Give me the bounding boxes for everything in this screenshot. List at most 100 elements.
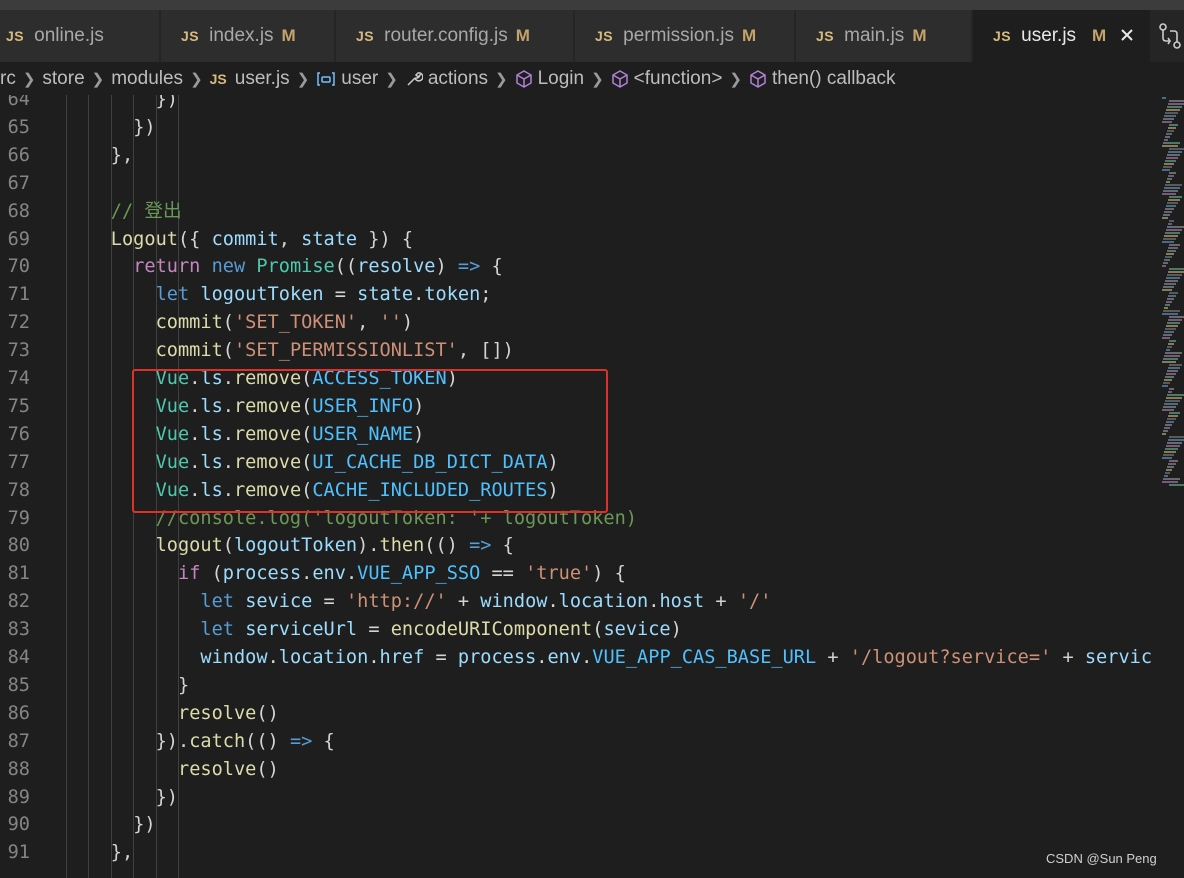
code-line[interactable]: 64}) bbox=[0, 95, 1158, 114]
minimap-line bbox=[1169, 172, 1176, 174]
minimap[interactable] bbox=[1158, 95, 1184, 878]
breadcrumb-item-login[interactable]: Login bbox=[515, 68, 584, 90]
minimap-line bbox=[1165, 448, 1178, 450]
code-text: resolve() bbox=[178, 756, 279, 784]
minimap-line bbox=[1162, 409, 1174, 411]
minimap-line bbox=[1168, 271, 1184, 273]
code-line[interactable]: 69 Logout({ commit, state }) { bbox=[0, 226, 1158, 254]
minimap-line bbox=[1164, 259, 1170, 261]
code-text: window.location.href = process.env.VUE_A… bbox=[200, 644, 1152, 672]
code-token: encodeURIComponent bbox=[390, 619, 593, 641]
minimap-line bbox=[1169, 364, 1182, 366]
breadcrumb-item-modules[interactable]: modules bbox=[111, 68, 183, 90]
minimap-line bbox=[1163, 382, 1170, 384]
code-line[interactable]: 86 resolve() bbox=[0, 700, 1158, 728]
minimap-line bbox=[1164, 427, 1170, 429]
line-number: 83 bbox=[7, 619, 30, 641]
minimap-line bbox=[1169, 460, 1178, 462]
minimap-line bbox=[1164, 403, 1178, 405]
close-tab-button[interactable] bbox=[1120, 25, 1134, 48]
line-number: 75 bbox=[7, 395, 30, 417]
code-line[interactable]: 68 // 登出 bbox=[0, 198, 1158, 226]
minimap-line bbox=[1163, 190, 1178, 192]
minimap-line bbox=[1168, 103, 1184, 105]
code-line[interactable]: 82 let sevice = 'http://' + window.locati… bbox=[0, 588, 1158, 616]
line-number: 80 bbox=[7, 535, 30, 557]
title-strip bbox=[0, 0, 1184, 10]
minimap-line bbox=[1168, 343, 1174, 345]
minimap-line bbox=[1165, 184, 1182, 186]
code-line[interactable]: 65}) bbox=[0, 114, 1158, 142]
open-changes-button[interactable] bbox=[1152, 10, 1184, 62]
minimap-line bbox=[1167, 130, 1174, 132]
code-text: }, bbox=[111, 839, 133, 867]
tab-permission-js[interactable]: JS permission.js M bbox=[575, 10, 795, 62]
code-token: = bbox=[357, 619, 391, 641]
code-token: return bbox=[133, 256, 201, 278]
minimap-line bbox=[1165, 352, 1182, 354]
minimap-line bbox=[1163, 454, 1174, 456]
line-number: 85 bbox=[7, 674, 30, 696]
breadcrumb-item-store[interactable]: store bbox=[42, 68, 84, 90]
code-line[interactable]: 71 let logoutToken = state.token; bbox=[0, 281, 1158, 309]
tab-router-config-js[interactable]: JS router.config.js M bbox=[336, 10, 574, 62]
minimap-line bbox=[1166, 253, 1174, 255]
code-token: . bbox=[413, 284, 425, 306]
code-text: commit('SET_PERMISSIONLIST', []) bbox=[156, 337, 514, 365]
code-token: VUE_APP_CAS_BASE_URL bbox=[592, 647, 817, 668]
code-text: let logoutToken = state.token; bbox=[156, 281, 492, 309]
tab-main-js[interactable]: JS main.js M bbox=[796, 10, 972, 62]
minimap-line bbox=[1164, 307, 1168, 309]
line-number: 68 bbox=[7, 200, 30, 222]
code-token: then bbox=[379, 535, 425, 557]
minimap-line bbox=[1163, 142, 1180, 144]
code-token: }) bbox=[133, 116, 156, 138]
code-line[interactable]: 89}) bbox=[0, 784, 1158, 812]
minimap-line bbox=[1168, 175, 1174, 177]
tab-index-js[interactable]: JS index.js M bbox=[161, 10, 335, 62]
code-text: let serviceUrl = encodeURIComponent(sevi… bbox=[200, 616, 681, 644]
code-line[interactable]: 67 bbox=[0, 170, 1158, 198]
code-line[interactable]: 72 commit('SET_TOKEN', '') bbox=[0, 309, 1158, 337]
code-token: (( bbox=[334, 256, 358, 278]
minimap-line bbox=[1168, 247, 1178, 249]
breadcrumb-item-user[interactable]: user bbox=[316, 68, 378, 90]
minimap-line bbox=[1167, 274, 1182, 276]
minimap-line bbox=[1165, 424, 1172, 426]
code-line[interactable]: 66}, bbox=[0, 142, 1158, 170]
breadcrumb-item-function[interactable]: <function> bbox=[611, 68, 722, 90]
breadcrumb-item-actions[interactable]: actions bbox=[405, 68, 488, 90]
code-line[interactable]: 88 resolve() bbox=[0, 756, 1158, 784]
line-number: 69 bbox=[7, 228, 30, 250]
code-token: location bbox=[558, 591, 649, 613]
code-line[interactable]: 85} bbox=[0, 672, 1158, 700]
code-token: + bbox=[816, 647, 850, 668]
code-line[interactable]: 70 return new Promise((resolve) => { bbox=[0, 253, 1158, 281]
minimap-line bbox=[1165, 328, 1176, 330]
code-line[interactable]: 73 commit('SET_PERMISSIONLIST', []) bbox=[0, 337, 1158, 365]
code-text: } bbox=[178, 672, 189, 700]
code-token: (() bbox=[245, 730, 290, 752]
tab-user-js[interactable]: JS user.js M bbox=[973, 10, 1151, 62]
code-line[interactable]: 83 let serviceUrl = encodeURIComponent(se… bbox=[0, 616, 1158, 644]
breadcrumb-item-user-js[interactable]: JS user.js bbox=[210, 68, 290, 90]
minimap-line bbox=[1162, 337, 1170, 339]
code-line[interactable]: 90}) bbox=[0, 811, 1158, 839]
breadcrumb-item-then-callback[interactable]: then() callback bbox=[749, 68, 896, 90]
minimap-line bbox=[1165, 304, 1170, 306]
breadcrumb-item-src[interactable]: rc bbox=[0, 68, 16, 90]
code-line[interactable]: 81 if (process.env.VUE_APP_SSO == 'true')… bbox=[0, 560, 1158, 588]
minimap-line bbox=[1164, 283, 1176, 285]
code-line[interactable]: 80 logout(logoutToken).then(() => { bbox=[0, 532, 1158, 560]
code-token: . bbox=[536, 647, 548, 668]
code-line[interactable]: 91}, bbox=[0, 839, 1158, 867]
code-line[interactable]: 84 window.location.href = process.env.VUE… bbox=[0, 644, 1158, 672]
minimap-line bbox=[1163, 238, 1176, 240]
tab-online-js[interactable]: JS online.js bbox=[0, 10, 160, 62]
line-number: 66 bbox=[7, 144, 30, 166]
minimap-line bbox=[1169, 292, 1178, 294]
wrench-icon bbox=[405, 70, 423, 88]
minimap-line bbox=[1166, 133, 1172, 135]
code-line[interactable]: 87}).catch(() => { bbox=[0, 728, 1158, 756]
